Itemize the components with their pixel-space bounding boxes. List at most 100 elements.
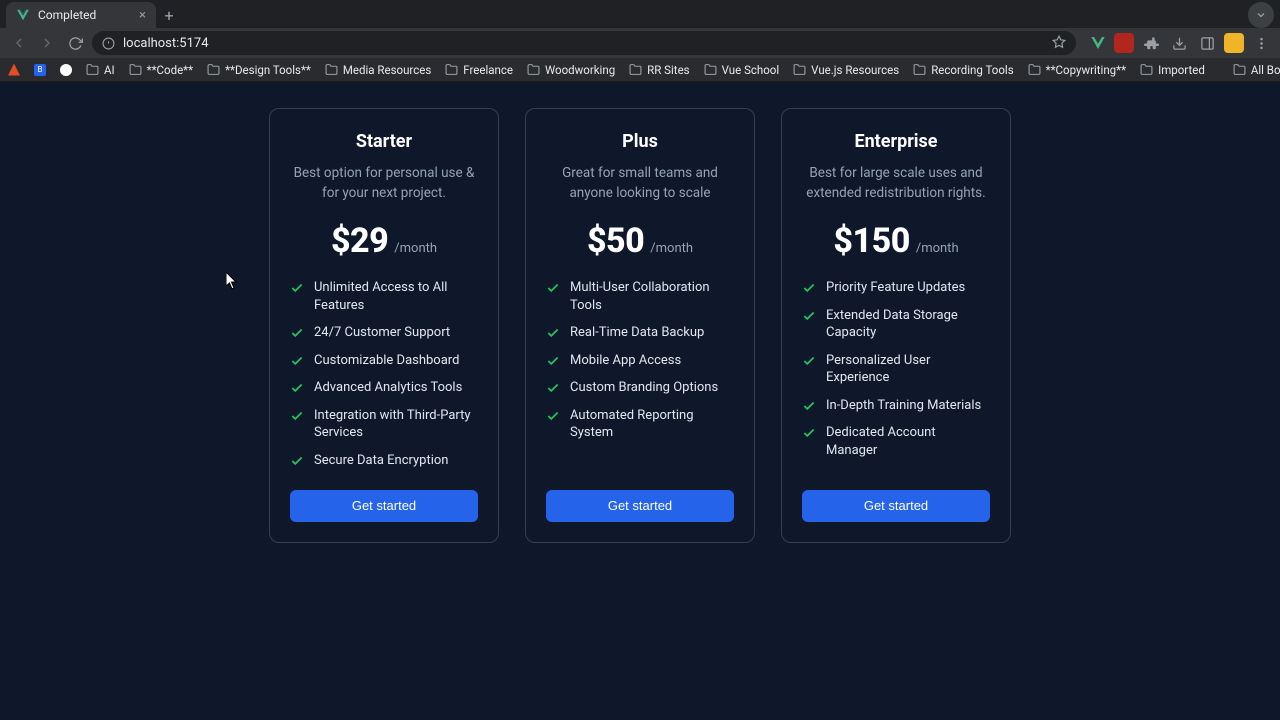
plan-period: /month xyxy=(394,241,437,256)
all-bookmarks-label: All Bookmarks xyxy=(1251,63,1280,77)
bookmark-folder[interactable]: **Code** xyxy=(129,63,193,77)
check-icon xyxy=(802,281,816,295)
get-started-button[interactable]: Get started xyxy=(546,490,734,522)
feature-item: Dedicated Account Manager xyxy=(802,424,990,459)
bookmark-folder[interactable]: Media Resources xyxy=(325,63,431,77)
address-bar[interactable]: localhost:5174 xyxy=(92,31,1076,55)
bookmark-folder[interactable]: Vue.js Resources xyxy=(793,63,899,77)
feature-item: Secure Data Encryption xyxy=(290,452,478,470)
check-icon xyxy=(546,281,560,295)
feature-item: Automated Reporting System xyxy=(546,407,734,442)
plan-price: $50 xyxy=(587,221,644,261)
browser-tab[interactable]: Completed × xyxy=(6,2,156,28)
tab-title: Completed xyxy=(38,8,131,22)
feature-text: Integration with Third-Party Services xyxy=(314,407,478,442)
bookmark-folder-label: **Code** xyxy=(147,63,193,77)
bookmark-folder-label: Imported xyxy=(1158,63,1205,77)
bookmark-folder-label: Woodworking xyxy=(545,63,615,77)
bookmark-folder[interactable]: **Copywriting** xyxy=(1028,63,1126,77)
feature-text: Multi-User Collaboration Tools xyxy=(570,279,734,314)
profile-avatar[interactable] xyxy=(1224,33,1244,53)
feature-text: Dedicated Account Manager xyxy=(826,424,990,459)
check-icon xyxy=(546,409,560,423)
bookmark-folder[interactable]: Woodworking xyxy=(527,63,615,77)
bookmark-folder[interactable]: Recording Tools xyxy=(913,63,1013,77)
feature-text: Real-Time Data Backup xyxy=(570,324,704,342)
vue-favicon xyxy=(16,8,30,22)
feature-item: Advanced Analytics Tools xyxy=(290,379,478,397)
feature-text: Mobile App Access xyxy=(570,352,681,370)
bookmark-folder-label: Media Resources xyxy=(343,63,431,77)
feature-item: Custom Branding Options xyxy=(546,379,734,397)
bookmark-folder[interactable]: AI xyxy=(86,63,115,77)
downloads-button[interactable] xyxy=(1168,32,1190,54)
new-tab-button[interactable]: + xyxy=(156,2,182,28)
browser-chrome: Completed × + localhost:5174 xyxy=(0,0,1280,82)
forward-button[interactable] xyxy=(36,32,58,54)
get-started-button[interactable]: Get started xyxy=(802,490,990,522)
bookmark-folder[interactable]: RR Sites xyxy=(629,63,689,77)
reload-button[interactable] xyxy=(64,32,86,54)
pricing-card-plus: PlusGreat for small teams and anyone loo… xyxy=(525,108,755,543)
bookmark-icon xyxy=(60,64,72,76)
feature-text: Custom Branding Options xyxy=(570,379,718,397)
plan-description: Best for large scale uses and extended r… xyxy=(802,164,990,203)
check-icon xyxy=(290,381,304,395)
extensions-button[interactable] xyxy=(1140,32,1162,54)
close-tab-icon[interactable]: × xyxy=(139,9,146,22)
check-icon xyxy=(290,409,304,423)
check-icon xyxy=(290,454,304,468)
folder-icon xyxy=(129,63,142,76)
feature-item: In-Depth Training Materials xyxy=(802,397,990,415)
extension-vue-devtools[interactable] xyxy=(1088,33,1108,53)
feature-text: Secure Data Encryption xyxy=(314,452,449,470)
folder-icon xyxy=(913,63,926,76)
extension-icon[interactable] xyxy=(1114,33,1134,53)
feature-item: Real-Time Data Backup xyxy=(546,324,734,342)
tab-overflow-button[interactable] xyxy=(1248,2,1274,28)
check-icon xyxy=(802,309,816,323)
tab-strip: Completed × + xyxy=(0,0,1280,28)
feature-text: 24/7 Customer Support xyxy=(314,324,450,342)
folder-icon xyxy=(207,63,220,76)
all-bookmarks-button[interactable]: All Bookmarks xyxy=(1233,63,1280,77)
bookmark-folder-label: Recording Tools xyxy=(931,63,1013,77)
site-info-icon[interactable] xyxy=(102,37,115,50)
plan-price-row: $150/month xyxy=(802,221,990,261)
extension-icons xyxy=(1088,32,1272,54)
feature-text: Extended Data Storage Capacity xyxy=(826,307,990,342)
bookmark-item[interactable] xyxy=(8,64,20,76)
bookmark-folder-label: Vue.js Resources xyxy=(811,63,899,77)
side-panel-button[interactable] xyxy=(1196,32,1218,54)
check-icon xyxy=(546,326,560,340)
plan-description: Great for small teams and anyone looking… xyxy=(546,164,734,203)
plan-period: /month xyxy=(650,241,693,256)
page-content: StarterBest option for personal use & fo… xyxy=(0,82,1280,720)
folder-icon xyxy=(1233,63,1246,76)
check-icon xyxy=(290,281,304,295)
bookmark-folder[interactable]: Imported xyxy=(1140,63,1205,77)
bookmark-star-icon[interactable] xyxy=(1052,35,1066,52)
pricing-card-enterprise: Enterprise Best for large scale uses and … xyxy=(781,108,1011,543)
check-icon xyxy=(802,354,816,368)
bookmark-folder[interactable]: Freelance xyxy=(445,63,513,77)
back-button[interactable] xyxy=(8,32,30,54)
bookmark-folder-label: **Design Tools** xyxy=(225,63,311,77)
bookmark-folder[interactable]: Vue School xyxy=(704,63,780,77)
feature-text: Advanced Analytics Tools xyxy=(314,379,462,397)
feature-text: Priority Feature Updates xyxy=(826,279,965,297)
browser-menu-button[interactable] xyxy=(1250,32,1272,54)
bookmark-icon: B xyxy=(34,64,46,76)
plan-name: Enterprise xyxy=(802,131,990,152)
feature-text: Customizable Dashboard xyxy=(314,352,459,370)
folder-icon xyxy=(527,63,540,76)
folder-icon xyxy=(1140,63,1153,76)
check-icon xyxy=(546,381,560,395)
folder-icon xyxy=(793,63,806,76)
check-icon xyxy=(802,426,816,440)
bookmark-item[interactable] xyxy=(60,64,72,76)
bookmark-folder[interactable]: **Design Tools** xyxy=(207,63,311,77)
folder-icon xyxy=(325,63,338,76)
bookmark-item[interactable]: B xyxy=(34,64,46,76)
get-started-button[interactable]: Get started xyxy=(290,490,478,522)
